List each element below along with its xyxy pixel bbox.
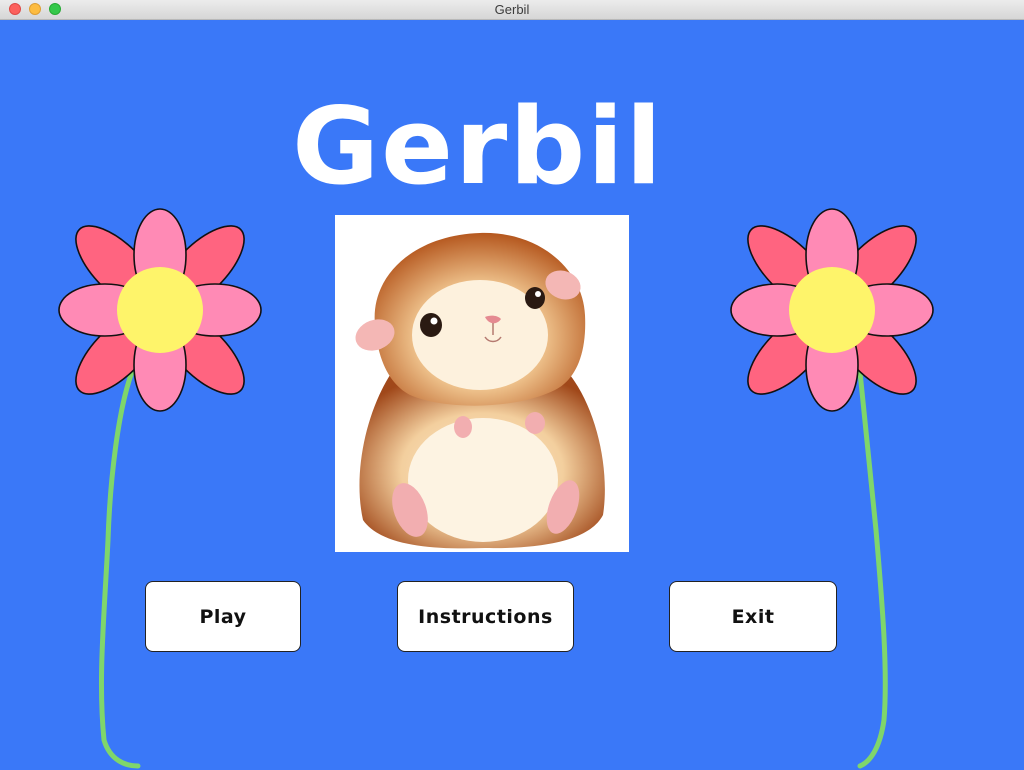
play-button[interactable]: Play	[145, 581, 301, 652]
left-flower-stem	[98, 369, 141, 769]
window-title: Gerbil	[494, 2, 530, 17]
window-titlebar: Gerbil	[0, 0, 1024, 20]
gerbil-image	[335, 215, 629, 552]
page-title: Gerbil	[292, 85, 664, 208]
exit-button[interactable]: Exit	[669, 581, 837, 652]
left-flower-decoration	[58, 208, 262, 769]
right-flower-decoration	[730, 208, 934, 769]
right-flower-stem	[857, 369, 888, 769]
main-canvas: Gerbil Play Instructions Exit	[0, 20, 1024, 769]
instructions-button[interactable]: Instructions	[397, 581, 574, 652]
